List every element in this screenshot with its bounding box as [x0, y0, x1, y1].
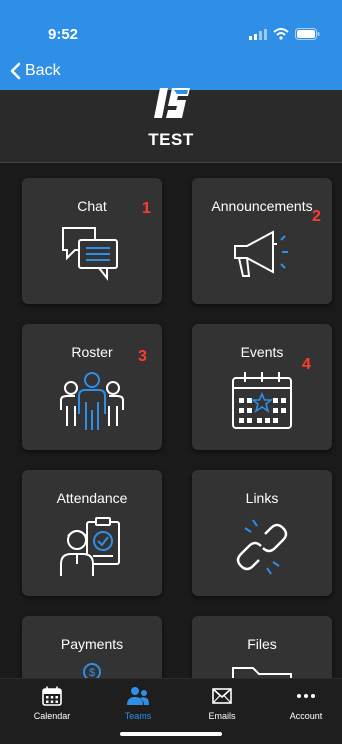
home-indicator [120, 732, 222, 736]
broken-link-icon [236, 519, 288, 575]
signal-icon [249, 28, 267, 40]
tile-label: Attendance [56, 490, 128, 506]
attendance-tile[interactable]: Attendance [22, 470, 162, 596]
calendar-star-icon [232, 372, 292, 429]
team-header: TEST [0, 88, 342, 163]
folder-icon [232, 667, 292, 678]
announcements-tile[interactable]: Announcements 2 [192, 178, 332, 304]
badge-number: 1 [142, 200, 151, 217]
back-button[interactable]: Back [10, 62, 61, 80]
team-logo [154, 88, 190, 118]
back-label: Back [25, 62, 61, 79]
dollar-coin-icon: $ [83, 663, 101, 678]
tab-account[interactable]: Account [272, 685, 340, 721]
badge-number: 4 [302, 356, 311, 373]
tab-label: Teams [124, 711, 152, 721]
tab-label: Calendar [33, 711, 71, 721]
group-people-icon [60, 372, 124, 430]
tab-emails[interactable]: Emails [188, 685, 256, 721]
tile-label: Files [247, 636, 277, 652]
chat-bubbles-icon [62, 227, 118, 281]
tile-label: Payments [60, 636, 124, 652]
navigation-bar: Back [0, 54, 342, 90]
team-name: TEST [148, 130, 194, 149]
links-tile[interactable]: Links [192, 470, 332, 596]
chat-tile[interactable]: Chat 1 [22, 178, 162, 304]
more-icon [297, 694, 315, 698]
chevron-left-icon [10, 62, 21, 80]
tile-label: Events [240, 344, 284, 360]
battery-icon [295, 28, 320, 40]
clipboard-check-icon [60, 517, 120, 576]
tab-label: Emails [208, 711, 236, 721]
calendar-icon [42, 686, 62, 706]
team-feature-grid: Chat 1 Announcements 2 Roster 3 Events 4… [0, 162, 342, 678]
svg-text:$: $ [89, 667, 95, 678]
files-tile[interactable]: Files [192, 616, 332, 678]
roster-tile[interactable]: Roster 3 [22, 324, 162, 450]
badge-number: 3 [138, 348, 147, 365]
wifi-icon [273, 28, 289, 40]
status-bar: 9:52 [0, 0, 342, 54]
megaphone-icon [234, 230, 288, 277]
mail-icon [212, 688, 232, 704]
status-time: 9:52 [48, 26, 79, 43]
people-icon [127, 687, 149, 705]
tab-teams[interactable]: Teams [104, 685, 172, 721]
system-icons [249, 28, 320, 40]
tab-label: Account [289, 711, 323, 721]
events-tile[interactable]: Events 4 [192, 324, 332, 450]
tile-label: Links [245, 490, 279, 506]
payments-tile[interactable]: Payments $ [22, 616, 162, 678]
badge-number: 2 [312, 208, 321, 225]
tab-calendar[interactable]: Calendar [18, 685, 86, 721]
tile-label: Announcements [211, 198, 313, 214]
tile-label: Chat [77, 198, 107, 214]
